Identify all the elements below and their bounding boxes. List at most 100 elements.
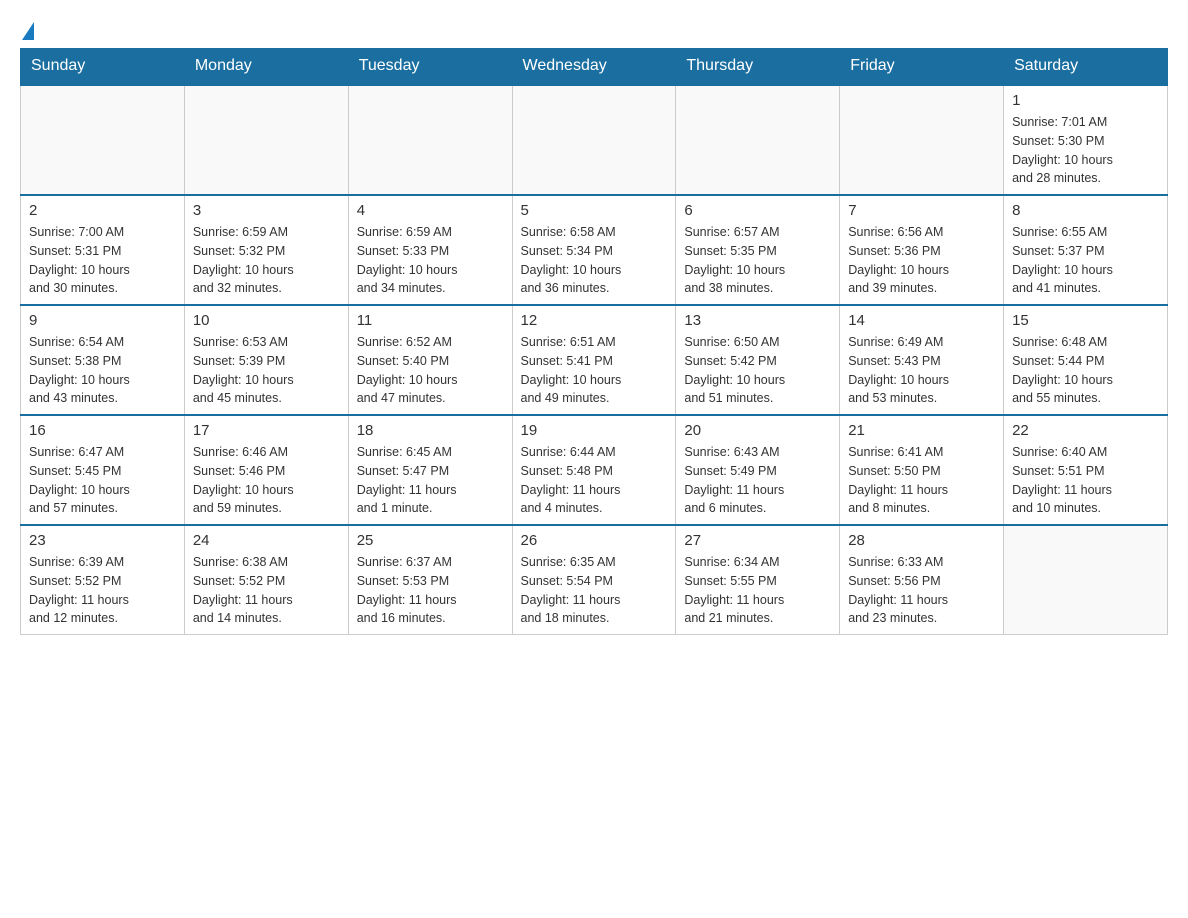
day-number: 16	[29, 422, 176, 439]
calendar-day-cell	[1004, 525, 1168, 635]
calendar-day-cell: 19 Sunrise: 6:44 AMSunset: 5:48 PMDayligh…	[512, 415, 676, 525]
logo-triangle-icon	[22, 22, 34, 40]
calendar-day-cell: 2 Sunrise: 7:00 AMSunset: 5:31 PMDaylight…	[21, 195, 185, 305]
calendar-week-row: 1 Sunrise: 7:01 AMSunset: 5:30 PMDaylight…	[21, 85, 1168, 196]
day-info: Sunrise: 6:37 AMSunset: 5:53 PMDaylight:…	[357, 553, 504, 628]
day-info: Sunrise: 6:38 AMSunset: 5:52 PMDaylight:…	[193, 553, 340, 628]
calendar-day-cell: 7 Sunrise: 6:56 AMSunset: 5:36 PMDaylight…	[840, 195, 1004, 305]
calendar-day-cell: 28 Sunrise: 6:33 AMSunset: 5:56 PMDayligh…	[840, 525, 1004, 635]
day-number: 27	[684, 532, 831, 549]
calendar-day-cell: 20 Sunrise: 6:43 AMSunset: 5:49 PMDayligh…	[676, 415, 840, 525]
logo	[20, 20, 34, 38]
calendar-day-cell: 9 Sunrise: 6:54 AMSunset: 5:38 PMDaylight…	[21, 305, 185, 415]
day-info: Sunrise: 6:59 AMSunset: 5:33 PMDaylight:…	[357, 223, 504, 298]
page-header	[20, 20, 1168, 38]
calendar-day-cell	[348, 85, 512, 196]
day-number: 6	[684, 202, 831, 219]
day-info: Sunrise: 6:33 AMSunset: 5:56 PMDaylight:…	[848, 553, 995, 628]
day-info: Sunrise: 7:01 AMSunset: 5:30 PMDaylight:…	[1012, 113, 1159, 188]
day-number: 19	[521, 422, 668, 439]
day-info: Sunrise: 6:43 AMSunset: 5:49 PMDaylight:…	[684, 443, 831, 518]
day-info: Sunrise: 6:59 AMSunset: 5:32 PMDaylight:…	[193, 223, 340, 298]
day-number: 1	[1012, 92, 1159, 109]
day-number: 20	[684, 422, 831, 439]
day-of-week-header: Monday	[184, 49, 348, 85]
calendar-week-row: 16 Sunrise: 6:47 AMSunset: 5:45 PMDayligh…	[21, 415, 1168, 525]
calendar-day-cell: 17 Sunrise: 6:46 AMSunset: 5:46 PMDayligh…	[184, 415, 348, 525]
calendar-day-cell	[512, 85, 676, 196]
day-number: 5	[521, 202, 668, 219]
day-number: 15	[1012, 312, 1159, 329]
day-number: 4	[357, 202, 504, 219]
calendar-day-cell: 21 Sunrise: 6:41 AMSunset: 5:50 PMDayligh…	[840, 415, 1004, 525]
calendar-day-cell: 3 Sunrise: 6:59 AMSunset: 5:32 PMDaylight…	[184, 195, 348, 305]
day-number: 25	[357, 532, 504, 549]
calendar-day-cell: 1 Sunrise: 7:01 AMSunset: 5:30 PMDaylight…	[1004, 85, 1168, 196]
calendar-day-cell: 6Sunrise: 6:57 AMSunset: 5:35 PMDaylight…	[676, 195, 840, 305]
day-number: 17	[193, 422, 340, 439]
calendar-day-cell: 27 Sunrise: 6:34 AMSunset: 5:55 PMDayligh…	[676, 525, 840, 635]
day-info: Sunrise: 6:56 AMSunset: 5:36 PMDaylight:…	[848, 223, 995, 298]
day-info: Sunrise: 6:41 AMSunset: 5:50 PMDaylight:…	[848, 443, 995, 518]
day-info: Sunrise: 6:49 AMSunset: 5:43 PMDaylight:…	[848, 333, 995, 408]
day-of-week-header: Thursday	[676, 49, 840, 85]
day-number: 28	[848, 532, 995, 549]
day-number: 23	[29, 532, 176, 549]
calendar-day-cell: 16 Sunrise: 6:47 AMSunset: 5:45 PMDayligh…	[21, 415, 185, 525]
day-number: 22	[1012, 422, 1159, 439]
day-info: Sunrise: 7:00 AMSunset: 5:31 PMDaylight:…	[29, 223, 176, 298]
calendar-day-cell: 25 Sunrise: 6:37 AMSunset: 5:53 PMDayligh…	[348, 525, 512, 635]
day-info: Sunrise: 6:55 AMSunset: 5:37 PMDaylight:…	[1012, 223, 1159, 298]
calendar-day-cell: 22 Sunrise: 6:40 AMSunset: 5:51 PMDayligh…	[1004, 415, 1168, 525]
day-info: Sunrise: 6:52 AMSunset: 5:40 PMDaylight:…	[357, 333, 504, 408]
calendar-day-cell: 12 Sunrise: 6:51 AMSunset: 5:41 PMDayligh…	[512, 305, 676, 415]
calendar-day-cell: 26Sunrise: 6:35 AMSunset: 5:54 PMDayligh…	[512, 525, 676, 635]
day-number: 3	[193, 202, 340, 219]
day-of-week-header: Friday	[840, 49, 1004, 85]
day-of-week-header: Wednesday	[512, 49, 676, 85]
calendar-day-cell: 15 Sunrise: 6:48 AMSunset: 5:44 PMDayligh…	[1004, 305, 1168, 415]
day-info: Sunrise: 6:48 AMSunset: 5:44 PMDaylight:…	[1012, 333, 1159, 408]
day-number: 21	[848, 422, 995, 439]
day-info: Sunrise: 6:39 AMSunset: 5:52 PMDaylight:…	[29, 553, 176, 628]
calendar-day-cell	[840, 85, 1004, 196]
day-info: Sunrise: 6:45 AMSunset: 5:47 PMDaylight:…	[357, 443, 504, 518]
day-of-week-header: Sunday	[21, 49, 185, 85]
day-info: Sunrise: 6:58 AMSunset: 5:34 PMDaylight:…	[521, 223, 668, 298]
calendar-day-cell	[184, 85, 348, 196]
day-number: 10	[193, 312, 340, 329]
day-info: Sunrise: 6:54 AMSunset: 5:38 PMDaylight:…	[29, 333, 176, 408]
calendar-week-row: 2 Sunrise: 7:00 AMSunset: 5:31 PMDaylight…	[21, 195, 1168, 305]
calendar-day-cell: 24 Sunrise: 6:38 AMSunset: 5:52 PMDayligh…	[184, 525, 348, 635]
day-number: 24	[193, 532, 340, 549]
day-number: 8	[1012, 202, 1159, 219]
day-number: 18	[357, 422, 504, 439]
day-info: Sunrise: 6:46 AMSunset: 5:46 PMDaylight:…	[193, 443, 340, 518]
calendar-week-row: 23 Sunrise: 6:39 AMSunset: 5:52 PMDayligh…	[21, 525, 1168, 635]
day-info: Sunrise: 6:53 AMSunset: 5:39 PMDaylight:…	[193, 333, 340, 408]
day-info: Sunrise: 6:47 AMSunset: 5:45 PMDaylight:…	[29, 443, 176, 518]
day-number: 12	[521, 312, 668, 329]
calendar-header-row: SundayMondayTuesdayWednesdayThursdayFrid…	[21, 49, 1168, 85]
calendar-day-cell: 23 Sunrise: 6:39 AMSunset: 5:52 PMDayligh…	[21, 525, 185, 635]
calendar-table: SundayMondayTuesdayWednesdayThursdayFrid…	[20, 48, 1168, 635]
day-info: Sunrise: 6:34 AMSunset: 5:55 PMDaylight:…	[684, 553, 831, 628]
calendar-day-cell: 5 Sunrise: 6:58 AMSunset: 5:34 PMDaylight…	[512, 195, 676, 305]
calendar-day-cell	[21, 85, 185, 196]
day-info: Sunrise: 6:51 AMSunset: 5:41 PMDaylight:…	[521, 333, 668, 408]
day-of-week-header: Tuesday	[348, 49, 512, 85]
day-info: Sunrise: 6:40 AMSunset: 5:51 PMDaylight:…	[1012, 443, 1159, 518]
calendar-day-cell: 10 Sunrise: 6:53 AMSunset: 5:39 PMDayligh…	[184, 305, 348, 415]
calendar-day-cell	[676, 85, 840, 196]
calendar-day-cell: 8 Sunrise: 6:55 AMSunset: 5:37 PMDaylight…	[1004, 195, 1168, 305]
calendar-day-cell: 18 Sunrise: 6:45 AMSunset: 5:47 PMDayligh…	[348, 415, 512, 525]
day-info: Sunrise: 6:44 AMSunset: 5:48 PMDaylight:…	[521, 443, 668, 518]
day-info: Sunrise: 6:50 AMSunset: 5:42 PMDaylight:…	[684, 333, 831, 408]
day-number: 26	[521, 532, 668, 549]
day-number: 2	[29, 202, 176, 219]
day-number: 7	[848, 202, 995, 219]
calendar-day-cell: 4 Sunrise: 6:59 AMSunset: 5:33 PMDaylight…	[348, 195, 512, 305]
day-number: 9	[29, 312, 176, 329]
day-of-week-header: Saturday	[1004, 49, 1168, 85]
day-number: 14	[848, 312, 995, 329]
